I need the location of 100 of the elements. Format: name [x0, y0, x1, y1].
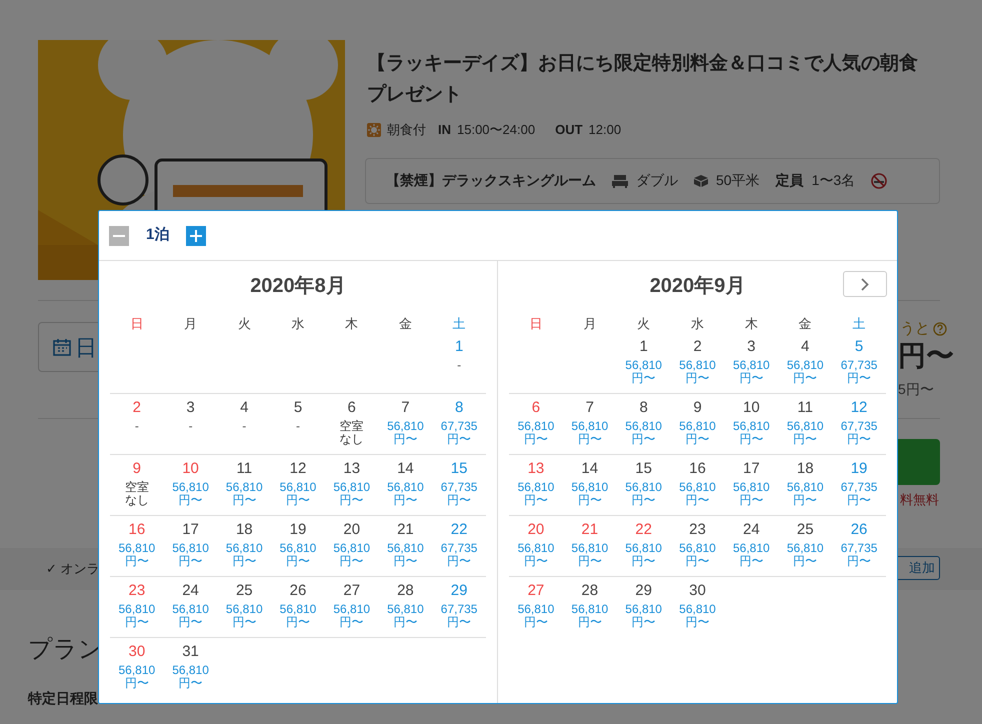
day-number[interactable]: 12 [290, 459, 306, 479]
day-number[interactable]: 13 [343, 459, 360, 479]
day-number[interactable]: 30 [128, 642, 146, 662]
day-number[interactable]: 8 [454, 398, 464, 418]
availability-text: 空室 なし [124, 481, 149, 507]
day-number[interactable]: 24 [182, 581, 199, 601]
day-number[interactable]: 15 [450, 459, 468, 479]
price-text: 56,810 円〜 [226, 603, 263, 629]
day-number[interactable]: 18 [796, 459, 814, 479]
day-number[interactable]: 16 [128, 520, 146, 540]
day-number[interactable]: 24 [743, 520, 760, 540]
day-number[interactable]: 14 [397, 459, 414, 479]
day-number[interactable]: 4 [801, 337, 810, 357]
weekday-label: 月 [583, 314, 596, 332]
day-number[interactable]: 6 [348, 398, 356, 418]
day-number[interactable]: 2 [693, 337, 702, 357]
day-number[interactable]: 26 [290, 581, 306, 601]
bed-icon [612, 174, 628, 188]
price-text: 56,810 円〜 [387, 481, 424, 507]
month-title: 2020年8月 [250, 274, 346, 299]
day-number[interactable]: 23 [128, 581, 146, 601]
meal-label: 朝食付 [387, 121, 426, 139]
minus-icon [113, 234, 125, 236]
day-number[interactable]: 1 [454, 337, 464, 357]
weekday-label: 月 [184, 314, 198, 332]
day-number[interactable]: 9 [693, 398, 702, 418]
day-number[interactable]: 26 [850, 520, 868, 540]
price-text: 56,810 円〜 [571, 420, 608, 446]
day-number[interactable]: 10 [182, 459, 199, 479]
day-number[interactable]: 21 [581, 520, 598, 540]
day-number[interactable]: 20 [343, 520, 360, 540]
day-number[interactable]: 7 [586, 398, 594, 418]
day-number[interactable]: 19 [290, 520, 306, 540]
weekday-label: 土 [452, 314, 466, 332]
month-title: 2020年9月 [650, 274, 746, 299]
price-text: 56,810 円〜 [625, 420, 662, 446]
day-number[interactable]: 17 [182, 520, 199, 540]
day-number[interactable]: 5 [294, 398, 302, 418]
price-text: 56,810 円〜 [733, 359, 770, 385]
weekday-label: 火 [637, 314, 650, 332]
price-text: 56,810 円〜 [387, 542, 424, 568]
price-text: 56,810 円〜 [280, 603, 316, 629]
date-value: 日 [75, 334, 97, 362]
day-number[interactable]: 29 [450, 581, 468, 601]
decrease-button[interactable] [109, 226, 129, 246]
day-number[interactable]: 25 [236, 581, 253, 601]
day-number[interactable]: 30 [689, 581, 706, 601]
day-number[interactable]: 1 [639, 337, 648, 357]
day-number[interactable]: 16 [689, 459, 706, 479]
day-number[interactable]: 3 [747, 337, 756, 357]
day-number[interactable]: 28 [397, 581, 414, 601]
day-number[interactable]: 7 [401, 398, 410, 418]
day-number[interactable]: 2 [132, 398, 142, 418]
day-number[interactable]: 13 [528, 459, 544, 479]
day-number[interactable]: 22 [635, 520, 652, 540]
weekday-label: 金 [798, 314, 812, 332]
day-number[interactable]: 20 [528, 520, 544, 540]
weekday-label: 木 [744, 314, 758, 332]
price-text: 56,810 円〜 [786, 359, 824, 385]
increase-button[interactable] [186, 226, 206, 246]
day-number[interactable]: 18 [236, 520, 253, 540]
day-number[interactable]: 14 [581, 459, 598, 479]
day-number[interactable]: 27 [528, 581, 544, 601]
day-number[interactable]: 29 [635, 581, 652, 601]
day-number[interactable]: 6 [532, 398, 540, 418]
price-text: 56,810 円〜 [625, 481, 662, 507]
day-number[interactable]: 3 [186, 398, 195, 418]
price-text: 67,735 円〜 [840, 420, 878, 446]
price-text: 56,810 円〜 [333, 603, 370, 629]
day-number[interactable]: 15 [635, 459, 652, 479]
nights-count: 1泊 [146, 225, 170, 246]
day-number[interactable]: 11 [797, 398, 813, 418]
price-text: 56,810 円〜 [679, 603, 716, 629]
weekday-label: 日 [529, 314, 542, 332]
day-number[interactable]: 23 [689, 520, 706, 540]
price-text: 56,810 円〜 [172, 603, 209, 629]
day-number[interactable]: 17 [743, 459, 760, 479]
day-number[interactable]: 12 [850, 398, 868, 418]
day-number[interactable]: 28 [581, 581, 598, 601]
price-text: 56,810 円〜 [118, 603, 156, 629]
price-text: 56,810 円〜 [733, 481, 770, 507]
day-number[interactable]: 22 [450, 520, 468, 540]
price-text: 56,810 円〜 [733, 542, 770, 568]
price-text: 56,810 円〜 [518, 481, 554, 507]
weekday-label: 水 [291, 314, 304, 332]
day-number[interactable]: 11 [236, 459, 252, 479]
day-number[interactable]: 31 [182, 642, 199, 662]
day-number[interactable]: 25 [796, 520, 814, 540]
day-number[interactable]: 21 [397, 520, 414, 540]
price-text: 56,810 円〜 [518, 603, 554, 629]
day-number[interactable]: 9 [132, 459, 142, 479]
day-number[interactable]: 5 [854, 337, 864, 357]
next-month-button[interactable] [843, 271, 887, 297]
day-number[interactable]: 4 [240, 398, 248, 418]
day-number[interactable]: 10 [743, 398, 760, 418]
day-number[interactable]: 27 [343, 581, 360, 601]
day-number[interactable]: 8 [639, 398, 648, 418]
day-number[interactable]: 19 [850, 459, 868, 479]
price-text: 67,735 円〜 [840, 359, 878, 385]
price-text: 56,810 円〜 [172, 542, 209, 568]
